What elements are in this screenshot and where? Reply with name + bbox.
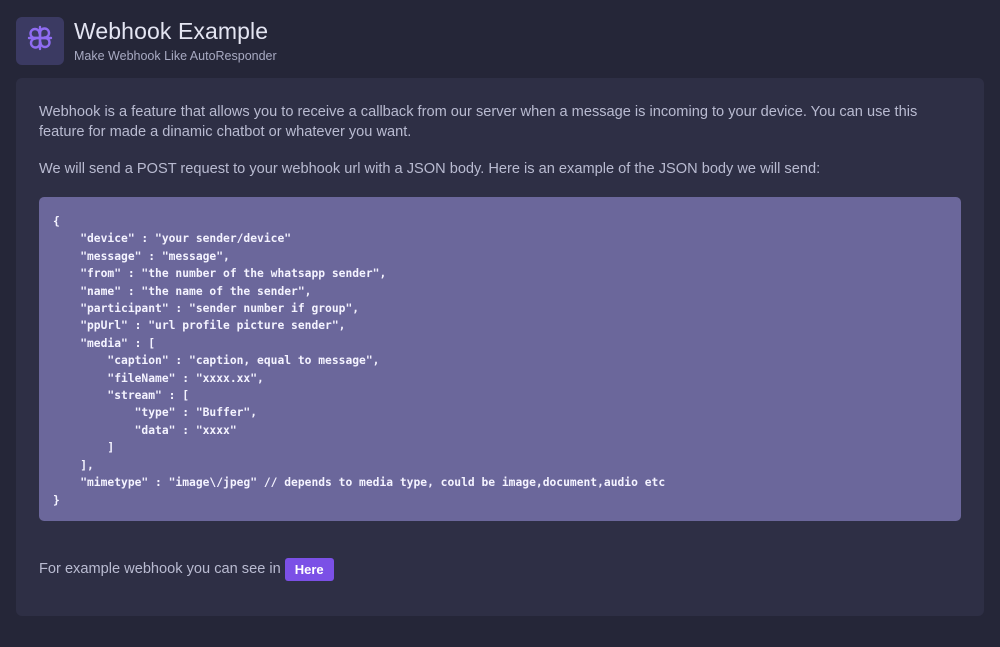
- json-example-code: { "device" : "your sender/device" "messa…: [53, 215, 666, 507]
- content-card: Webhook is a feature that allows you to …: [16, 78, 984, 616]
- example-link-text: For example webhook you can see in: [39, 561, 281, 577]
- logo: [16, 16, 64, 65]
- header-titles: Webhook Example Make Webhook Like AutoRe…: [74, 16, 277, 65]
- intro-paragraph: Webhook is a feature that allows you to …: [39, 104, 918, 140]
- example-link-line: For example webhook you can see in Here: [39, 557, 961, 581]
- json-code-block: { "device" : "your sender/device" "messa…: [39, 197, 961, 521]
- page-header: Webhook Example Make Webhook Like AutoRe…: [16, 16, 277, 65]
- post-info-paragraph: We will send a POST request to your webh…: [39, 161, 821, 177]
- here-button[interactable]: Here: [284, 557, 334, 581]
- webhook-icon: [25, 23, 55, 58]
- page-subtitle: Make Webhook Like AutoResponder: [74, 49, 277, 63]
- page-title: Webhook Example: [74, 18, 269, 44]
